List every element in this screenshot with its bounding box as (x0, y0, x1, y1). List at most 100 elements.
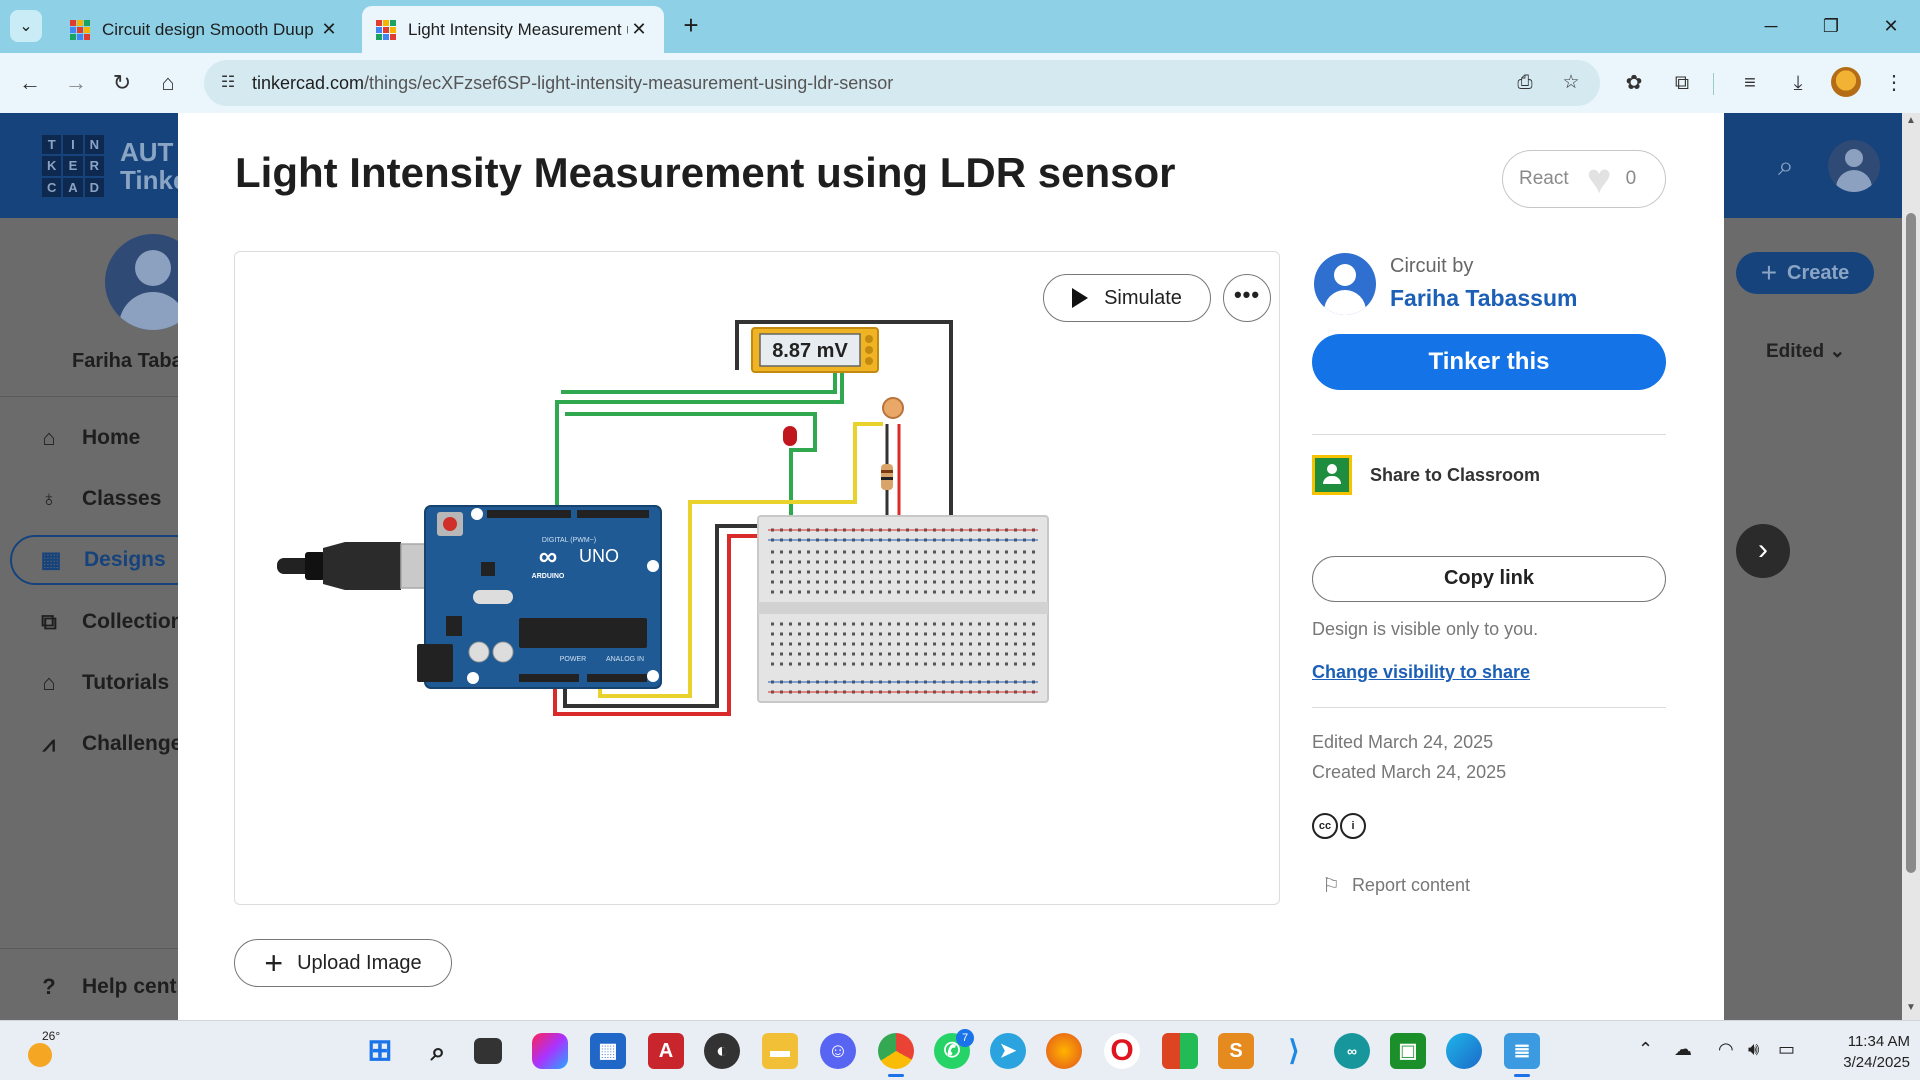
address-bar[interactable]: ☷ tinkercad.com/things/ecXFzsef6SP-light… (204, 60, 1600, 106)
sublime-icon[interactable]: S (1218, 1033, 1254, 1069)
change-visibility-link[interactable]: Change visibility to share (1312, 662, 1530, 683)
discord-icon[interactable]: ☺ (820, 1033, 856, 1069)
breadboard-hole (798, 580, 801, 584)
report-label: Report content (1351, 875, 1471, 895)
opera-icon[interactable]: O (1104, 1033, 1140, 1069)
author-name-link[interactable]: Fariha Tabassum (1390, 285, 1577, 312)
sidebar-item-designs[interactable]: ▦ Designs (10, 535, 200, 585)
circuit-viewer[interactable]: 8.87 mV DIGITAL (PWM~) ∞ ARDUINO UNO POW… (234, 251, 1280, 905)
profile-avatar[interactable] (1831, 67, 1861, 97)
simulate-button[interactable]: Simulate (1043, 274, 1211, 322)
telegram-icon[interactable]: ➤ (990, 1033, 1026, 1069)
google-classroom-icon[interactable] (1312, 455, 1352, 495)
author-avatar[interactable] (1314, 253, 1376, 315)
weather-widget[interactable]: 26° (24, 1029, 60, 1069)
breadboard-hole (843, 590, 846, 594)
scrollbar-thumb[interactable] (1906, 213, 1916, 873)
breadboard-hole (888, 570, 891, 574)
browser-menu-icon[interactable]: ⋮ (1876, 65, 1912, 101)
sidebar-item-collections[interactable]: ⧉ Collection (34, 609, 184, 635)
sidebar-item-challenges[interactable]: ⩘ Challenge (34, 731, 183, 757)
tab-light-intensity[interactable]: Light Intensity Measurement us ✕ (362, 6, 664, 53)
sidebar-item-help[interactable]: ? Help cent (34, 974, 176, 1000)
sidebar-item-home[interactable]: ⌂ Home (34, 425, 140, 451)
new-tab-button[interactable]: + (676, 10, 706, 40)
file-explorer-icon[interactable]: ▬ (762, 1033, 798, 1069)
copy-link-button[interactable]: Copy link (1312, 556, 1666, 602)
tab-search-button[interactable]: ⌄ (10, 10, 42, 42)
site-info-icon[interactable]: ☷ (216, 71, 240, 95)
tab-circuit-design[interactable]: Circuit design Smooth Duup - T ✕ (56, 6, 354, 53)
restore-button[interactable]: ❐ (1806, 8, 1856, 44)
meter-terminal (865, 346, 873, 354)
sort-dropdown[interactable]: Edited ⌄ (1766, 340, 1845, 363)
tinker-this-button[interactable]: Tinker this (1312, 334, 1666, 390)
background-content (1724, 218, 1920, 1020)
edge-icon[interactable] (1446, 1033, 1482, 1069)
breadboard-hole (978, 590, 981, 594)
close-tab-icon[interactable]: ✕ (628, 19, 650, 40)
camera-app-icon[interactable]: ◐ (704, 1033, 740, 1069)
search-icon[interactable]: ⌕ (420, 1033, 456, 1069)
sidebar-divider (0, 948, 178, 949)
cloud-icon[interactable]: ☁ (1674, 1039, 1692, 1060)
scroll-up-arrow-icon[interactable]: ▲ (1902, 115, 1920, 131)
breadboard-hole (906, 662, 909, 666)
create-button[interactable]: + Create (1736, 252, 1874, 294)
creative-commons-license[interactable]: cc i (1312, 813, 1368, 839)
media-controls-icon[interactable]: ≡ (1732, 65, 1768, 101)
tinkercad-logo[interactable]: T I N K E R C A D (42, 135, 104, 197)
logo-letter: I (63, 135, 83, 155)
arduino-ide-icon[interactable]: ∞ (1334, 1033, 1370, 1069)
home-button[interactable]: ⌂ (150, 65, 186, 101)
system-clock[interactable]: 11:34 AM 3/24/2025 (1810, 1031, 1910, 1073)
notepad-icon[interactable]: ≣ (1504, 1033, 1540, 1077)
task-view-icon[interactable] (474, 1038, 502, 1064)
next-design-button[interactable]: › (1736, 524, 1790, 578)
page-scrollbar[interactable]: ▲ ▼ (1902, 113, 1920, 1020)
breadboard-hole (987, 550, 990, 554)
store-icon[interactable]: ▦ (590, 1033, 626, 1069)
report-content-link[interactable]: ⚐ Report content (1322, 873, 1470, 898)
bookmark-star-icon[interactable]: ☆ (1558, 70, 1584, 96)
battery-icon[interactable]: ▭ (1778, 1039, 1795, 1060)
show-hidden-icons-button[interactable]: ⌃ (1638, 1039, 1653, 1060)
vscode-icon[interactable]: ⟩ (1276, 1033, 1312, 1069)
back-button[interactable]: ← (12, 65, 48, 101)
copilot-icon[interactable] (532, 1033, 568, 1069)
chrome-icon[interactable] (878, 1033, 914, 1077)
window-close-button[interactable]: ✕ (1866, 8, 1916, 44)
share-to-classroom-link[interactable]: Share to Classroom (1370, 465, 1540, 486)
downloads-icon[interactable]: ⤓ (1780, 65, 1816, 101)
react-button[interactable]: React ♥ 0 (1502, 150, 1666, 208)
breadboard-hole (879, 590, 882, 594)
minimize-button[interactable]: ─ (1746, 8, 1796, 44)
scroll-down-arrow-icon[interactable]: ▼ (1902, 1002, 1920, 1018)
install-app-icon[interactable]: ⎙ (1512, 70, 1538, 96)
sidebar-item-classes[interactable]: ♁ Classes (34, 486, 162, 512)
breadboard-hole (771, 632, 774, 636)
windows-start-icon[interactable]: ⊞ (362, 1033, 398, 1069)
account-avatar[interactable] (1828, 140, 1880, 192)
breadboard-hole (1005, 622, 1008, 626)
chip-app-icon[interactable]: ▣ (1390, 1033, 1426, 1069)
media-app-icon[interactable] (1162, 1033, 1198, 1069)
volume-icon[interactable]: 🔊︎ (1748, 1039, 1759, 1060)
search-icon[interactable]: ⌕ (1778, 150, 1794, 183)
extension-icon[interactable]: ✿ (1616, 65, 1652, 101)
breadboard-hole (951, 652, 954, 656)
wifi-icon[interactable]: ◠ (1718, 1039, 1734, 1060)
acrobat-icon[interactable]: A (648, 1033, 684, 1069)
close-tab-icon[interactable]: ✕ (318, 19, 340, 40)
sidebar-item-tutorials[interactable]: ⌂ Tutorials (34, 670, 169, 696)
sidebar-item-label: Collection (82, 610, 184, 633)
breadboard-hole (933, 570, 936, 574)
firefox-icon[interactable] (1046, 1033, 1082, 1069)
upload-image-button[interactable]: + Upload Image (234, 939, 452, 987)
forward-button[interactable]: → (58, 65, 94, 101)
breadboard-hole (969, 590, 972, 594)
reload-button[interactable]: ↻ (104, 65, 140, 101)
breadboard-hole (1023, 560, 1026, 564)
more-options-button[interactable]: ••• (1223, 274, 1271, 322)
extensions-puzzle-icon[interactable]: ⧉ (1664, 65, 1700, 101)
